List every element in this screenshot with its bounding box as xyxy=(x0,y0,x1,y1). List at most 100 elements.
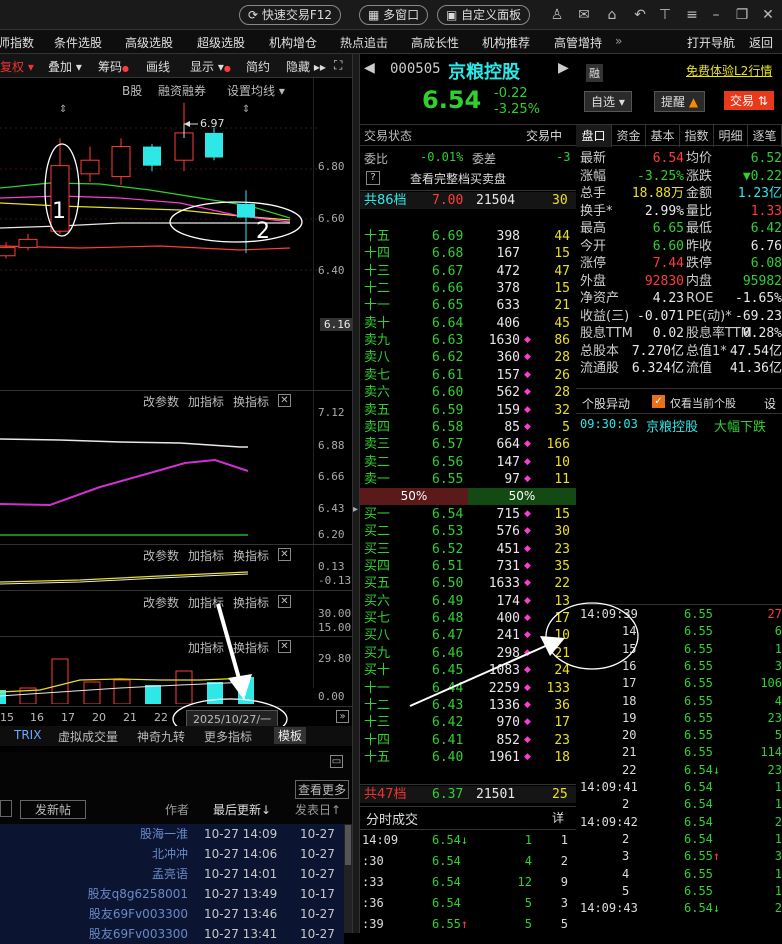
ma-settings-label[interactable]: 设置均线 ▾ xyxy=(227,82,285,99)
restore-icon[interactable]: ❐ xyxy=(733,6,751,24)
forum-row[interactable]: 股友69Fv003300 10-27 13:46 10-27 xyxy=(0,904,344,924)
user-icon[interactable]: ♙ xyxy=(548,6,566,24)
minimize-icon[interactable]: – xyxy=(707,6,725,24)
menu-item[interactable]: 超级选股 xyxy=(197,34,245,51)
forum-row[interactable]: 孟亮语 10-27 14:01 10-27 xyxy=(0,864,344,884)
back-icon[interactable]: ↶ xyxy=(631,6,649,24)
tick-trades-title[interactable]: 分时成交 xyxy=(366,809,418,828)
margin-label[interactable]: 融资融券 xyxy=(158,82,206,99)
menu-icon[interactable]: ≡ xyxy=(683,6,701,24)
anomaly-settings-button[interactable]: 设 xyxy=(764,395,776,412)
book-row[interactable]: 卖一 6.55 97 ◆ 11 xyxy=(360,471,576,488)
edit-params-button[interactable]: 改参数 xyxy=(143,594,179,611)
home-icon[interactable]: ⌂ xyxy=(603,6,621,24)
book-row[interactable]: 十五 6.40 1961 ◆ 18 xyxy=(360,749,576,766)
tab-pankou[interactable]: 盘口 xyxy=(576,125,612,147)
expand-icon[interactable]: ⛶ xyxy=(334,58,342,73)
new-post-button[interactable]: 发新帖 xyxy=(20,800,87,819)
book-row[interactable]: 卖六 6.60 562 ◆ 28 xyxy=(360,384,576,401)
menu-item[interactable]: 师指数 xyxy=(0,34,34,51)
tab-tick-by-tick[interactable]: 逐笔 xyxy=(748,125,782,147)
scroll-right-icon[interactable]: » xyxy=(336,709,349,723)
book-row[interactable]: 卖八 6.62 360 ◆ 28 xyxy=(360,349,576,366)
book-row[interactable]: 十一 6.65 633 21 xyxy=(360,297,576,314)
kline-chart[interactable]: ⇕ ⇕ 6.97 1 2 xyxy=(0,98,318,388)
prev-stock-icon[interactable]: ◀ xyxy=(364,60,375,76)
book-row[interactable]: 买三 6.52 451 ◆ 23 xyxy=(360,541,576,558)
book-row[interactable]: 卖五 6.59 159 ◆ 32 xyxy=(360,402,576,419)
help-icon[interactable]: ? xyxy=(366,171,380,185)
alert-button[interactable]: 提醒 ▲ xyxy=(654,91,706,112)
forum-row[interactable]: 北冲冲 10-27 14:06 10-27 xyxy=(0,844,344,864)
overlay-button[interactable]: 叠加 ▾ xyxy=(48,58,82,75)
book-row[interactable]: 十四 6.68 167 15 xyxy=(360,245,576,262)
book-row[interactable]: 卖十 6.64 406 45 xyxy=(360,315,576,332)
view-more-button[interactable]: 查看更多 xyxy=(295,780,350,799)
panel-collapse-icon[interactable]: ▭ xyxy=(330,754,343,768)
book-row[interactable]: 卖九 6.63 1630 ◆ 86 xyxy=(360,332,576,349)
book-row[interactable]: 十五 6.69 398 44 xyxy=(360,228,576,245)
b-share-label[interactable]: B股 xyxy=(122,82,142,99)
col-last-update[interactable]: 最后更新↓ xyxy=(213,801,271,818)
fast-trade-button[interactable]: ⟳ 快速交易F12 xyxy=(239,5,342,25)
book-row[interactable]: 卖七 6.61 157 ◆ 26 xyxy=(360,367,576,384)
tab-index[interactable]: 指数 xyxy=(680,125,714,147)
mail-icon[interactable]: ✉ xyxy=(575,6,593,24)
close-icon[interactable]: ✕ xyxy=(759,6,777,24)
forum-filter-box[interactable] xyxy=(0,800,12,817)
book-row[interactable]: 买一 6.54 715 ◆ 15 xyxy=(360,506,576,523)
book-row[interactable]: 十三 6.67 472 47 xyxy=(360,263,576,280)
indicator-chart-3[interactable] xyxy=(0,560,318,590)
fuquan-button[interactable]: 复权 ▾ xyxy=(0,58,34,75)
menu-more-icon[interactable]: » xyxy=(615,34,622,48)
tab-magic-nine[interactable]: 神奇九转 xyxy=(137,728,185,745)
tab-template[interactable]: 模板 xyxy=(274,727,307,744)
tab-detail[interactable]: 明细 xyxy=(714,125,748,147)
stock-name[interactable]: 京粮控股 xyxy=(448,58,520,84)
shirt-icon[interactable]: ⊤ xyxy=(656,6,674,24)
draw-line-button[interactable]: 画线 xyxy=(146,58,170,75)
book-row[interactable]: 十四 6.41 852 ◆ 23 xyxy=(360,732,576,749)
book-row[interactable]: 十二 6.66 378 15 xyxy=(360,280,576,297)
col-author[interactable]: 作者 xyxy=(165,801,189,818)
watchlist-dropdown[interactable]: 自选 ▾ xyxy=(584,91,632,112)
anomaly-title[interactable]: 个股异动 xyxy=(582,395,630,412)
open-nav-button[interactable]: 打开导航 xyxy=(687,34,735,51)
menu-item[interactable]: 高管增持 xyxy=(554,34,602,51)
book-row[interactable]: 买二 6.53 576 ◆ 30 xyxy=(360,523,576,540)
col-posted[interactable]: 发表日↑ xyxy=(295,801,341,818)
hide-button[interactable]: 隐藏 ▸▸ xyxy=(286,58,326,75)
tab-funds[interactable]: 资金 xyxy=(612,125,646,147)
custom-panel-button[interactable]: ▣ 自定义面板 xyxy=(437,5,531,25)
panel-close-icon[interactable]: ✕ xyxy=(278,639,291,653)
forum-row[interactable]: 股友q8g6258001 10-27 13:49 10-17 xyxy=(0,884,344,904)
book-row[interactable]: 买五 6.50 1633 ◆ 22 xyxy=(360,575,576,592)
book-row[interactable]: 卖四 6.58 85 ◆ 5 xyxy=(360,419,576,436)
panel-close-icon[interactable]: ✕ xyxy=(278,594,291,608)
menu-item[interactable]: 条件选股 xyxy=(54,34,102,51)
indicator-chart-2[interactable] xyxy=(0,405,318,540)
panel-close-icon[interactable]: ✕ xyxy=(278,547,291,561)
menu-item[interactable]: 机构推荐 xyxy=(482,34,530,51)
forum-scrollbar[interactable] xyxy=(344,824,352,933)
tab-trix[interactable]: TRIX xyxy=(14,728,41,742)
panel-splitter[interactable]: ▸ xyxy=(352,54,360,933)
forum-row[interactable]: 股海一淮 10-27 14:09 10-27 xyxy=(0,824,344,844)
tab-virtual-volume[interactable]: 虚拟成交量 xyxy=(58,728,118,745)
tab-more-indicators[interactable]: 更多指标 xyxy=(204,728,252,745)
multi-window-button[interactable]: ▦ 多窗口 xyxy=(359,5,429,25)
full-book-link[interactable]: 查看完整档买卖盘 xyxy=(410,170,506,187)
collapse-arrow-icon[interactable]: ▸ xyxy=(353,504,358,515)
tab-basic[interactable]: 基本 xyxy=(646,125,680,147)
next-stock-icon[interactable]: ▶ xyxy=(558,60,569,76)
forum-row[interactable]: 股友69Fv003300 10-27 13:41 10-27 xyxy=(0,924,344,944)
l2-trial-link[interactable]: 免费体验L2行情 xyxy=(686,62,772,79)
menu-item[interactable]: 高成长性 xyxy=(411,34,459,51)
only-current-checkbox[interactable]: ✓ xyxy=(652,395,665,408)
menu-item[interactable]: 机构增仓 xyxy=(269,34,317,51)
book-row[interactable]: 卖二 6.56 147 ◆ 10 xyxy=(360,454,576,471)
anomaly-stock[interactable]: 京粮控股 xyxy=(646,416,698,435)
menu-item[interactable]: 高级选股 xyxy=(125,34,173,51)
chips-button[interactable]: 筹码● xyxy=(98,58,129,75)
simple-button[interactable]: 简约 xyxy=(246,58,270,75)
